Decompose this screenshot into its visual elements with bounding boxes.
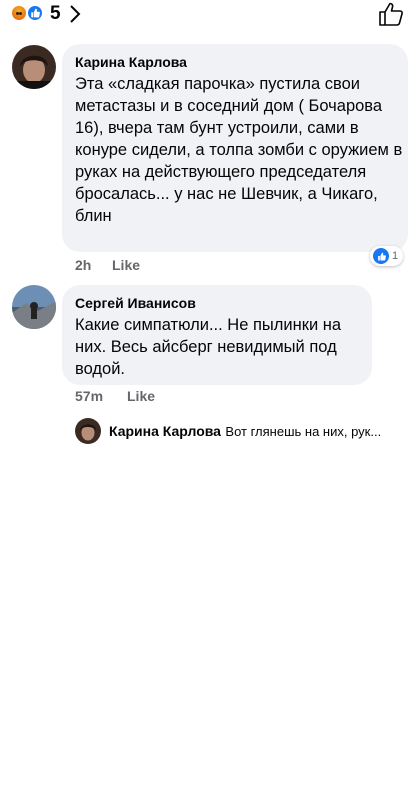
comment-bubble[interactable]: Сергей Иванисов Какие симпатюли... Не пы… [62, 285, 372, 385]
avatar [75, 418, 101, 444]
comment-author[interactable]: Карина Карлова [75, 54, 187, 70]
reaction-count: 1 [392, 250, 399, 262]
comment-timestamp[interactable]: 57m [75, 388, 103, 404]
avatar-photo [75, 418, 101, 444]
comment-bubble[interactable]: Карина Карлова Эта «сладкая парочка» пус… [62, 44, 408, 252]
chevron-right-icon[interactable] [68, 4, 82, 24]
reply-preview[interactable]: Карина Карлова Вот глянешь на них, рук..… [75, 418, 405, 446]
reaction-count[interactable]: 5 [50, 3, 61, 25]
reply-text: Вот глянешь на них, рук... [225, 424, 382, 439]
comment-reaction-badge[interactable]: 1 [370, 246, 404, 266]
like-link[interactable]: Like [112, 257, 140, 273]
comment-text: Какие симпатюли... Не пылинки на них. Ве… [75, 316, 342, 378]
angry-reaction-icon [10, 4, 28, 22]
reactions-bar[interactable]: 5 [0, 0, 413, 30]
comment-author[interactable]: Сергей Иванисов [75, 295, 196, 311]
comment-timestamp[interactable]: 2h [75, 257, 91, 273]
avatar[interactable] [12, 45, 56, 89]
avatar[interactable] [12, 285, 56, 329]
like-button-icon[interactable] [378, 2, 404, 26]
like-link[interactable]: Like [127, 388, 155, 404]
like-reaction-icon [26, 4, 44, 22]
like-reaction-icon [373, 248, 389, 264]
comment-text: Эта «сладкая парочка» пустила свои метас… [75, 75, 403, 225]
avatar-photo [12, 285, 56, 329]
avatar-photo [12, 45, 56, 89]
reply-author: Карина Карлова [109, 423, 221, 439]
